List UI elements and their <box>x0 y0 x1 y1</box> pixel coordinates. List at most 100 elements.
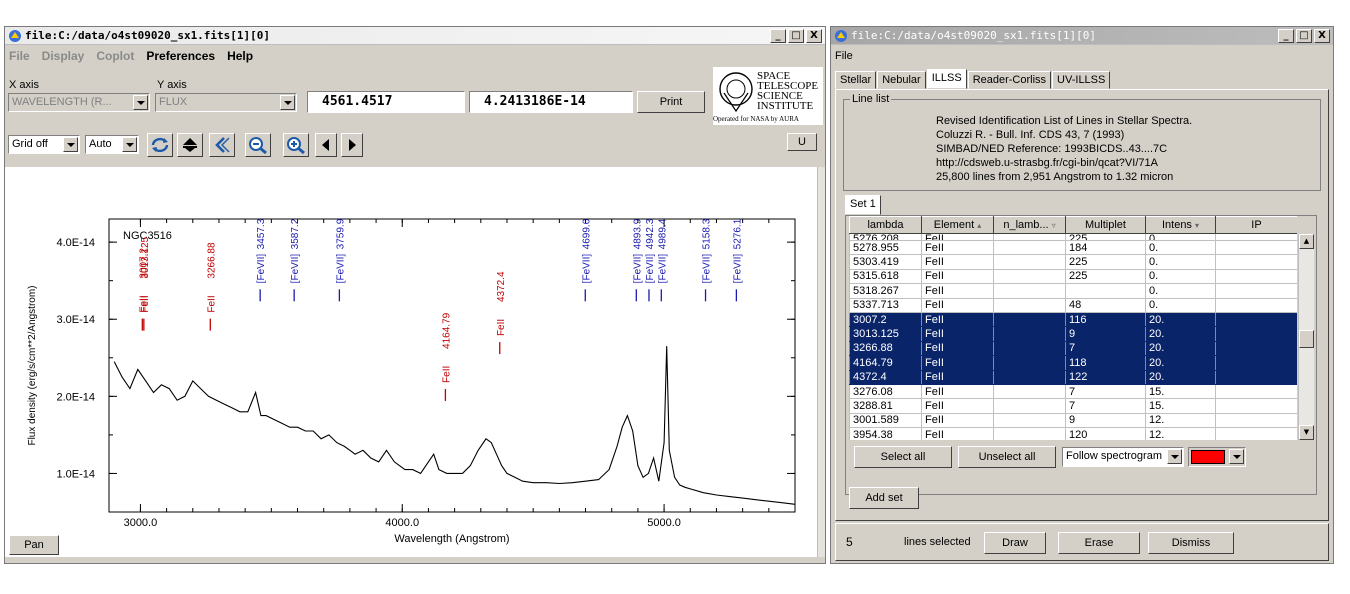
table-cell: 120 <box>1065 427 1146 440</box>
table-row[interactable]: 3266.88 FeII 7 20. <box>849 340 1297 357</box>
title-bar[interactable]: file:C:/data/o4st09020_sx1.fits[1][0] _ … <box>831 27 1333 45</box>
table-row[interactable]: 3007.2 FeII 116 20. <box>849 311 1297 328</box>
logo-footer: Operated for NASA by AURA <box>713 115 799 123</box>
table-cell: FeII <box>921 233 994 241</box>
column-header[interactable]: IP <box>1215 216 1297 234</box>
set-panel: lambda Element ▴ n_lamb... ▿ Multiplet I… <box>845 215 1317 495</box>
back-button[interactable] <box>209 133 235 157</box>
refresh-button[interactable] <box>147 133 173 157</box>
table-cell: 9 <box>1065 412 1146 429</box>
line-marker-label: [FeVII] 5276.1 <box>732 218 743 283</box>
table-cell: 5276.208 <box>849 233 922 241</box>
table-row[interactable]: 3288.81 FeII 7 15. <box>849 398 1297 414</box>
x-axis-value: WAVELENGTH (R... <box>12 96 112 108</box>
select-all-button[interactable]: Select all <box>854 446 952 468</box>
menu-display[interactable]: Display <box>42 49 85 63</box>
column-label: n_lamb... <box>1003 219 1049 231</box>
table-row[interactable]: 5315.618 FeII 225 0. <box>849 268 1297 285</box>
scale-select[interactable]: Auto <box>85 135 139 154</box>
menu-preferences[interactable]: Preferences <box>146 49 215 63</box>
follow-select[interactable]: Follow spectrogram <box>1062 447 1184 467</box>
menu-coplot[interactable]: Coplot <box>96 49 134 63</box>
unselect-all-button[interactable]: Unselect all <box>958 446 1056 468</box>
column-header[interactable]: Element ▴ <box>921 216 994 234</box>
erase-button[interactable]: Erase <box>1058 532 1140 554</box>
title-bar[interactable]: file:C:/data/o4st09020_sx1.fits[1][0] _ … <box>5 27 825 45</box>
column-header[interactable]: Multiplet <box>1065 216 1146 234</box>
print-button[interactable]: Print <box>637 91 705 113</box>
line-list-label: Line list <box>850 93 892 105</box>
table-cell <box>993 427 1066 440</box>
line-marker-element: [FeVII] <box>732 254 743 284</box>
u-button[interactable]: U <box>787 133 817 151</box>
column-header[interactable]: Intens ▾ <box>1145 216 1216 234</box>
x-axis-select[interactable]: WAVELENGTH (R... <box>8 93 150 112</box>
table-row[interactable]: 5276.208 FeII 225 0. <box>849 233 1297 241</box>
scroll-up-icon[interactable]: ▲ <box>1299 234 1314 249</box>
tab-stellar[interactable]: Stellar <box>835 71 877 89</box>
table-cell: 3276.08 <box>849 383 922 400</box>
table-row[interactable]: 4372.4 FeII 122 20. <box>849 369 1297 385</box>
column-header[interactable]: lambda <box>849 216 922 234</box>
tab-nebular[interactable]: Nebular <box>877 71 926 89</box>
scroll-thumb[interactable] <box>1299 330 1314 348</box>
maximize-button[interactable]: □ <box>788 29 804 43</box>
table-scrollbar[interactable]: ▲ ▼ <box>1298 234 1314 440</box>
chevron-down-icon <box>280 95 295 110</box>
chevron-down-icon <box>122 137 137 152</box>
step-right-button[interactable] <box>341 133 363 157</box>
dismiss-button[interactable]: Dismiss <box>1148 532 1234 554</box>
line-marker-element: [FeVII] <box>632 254 643 284</box>
close-button[interactable]: X <box>806 29 822 43</box>
up-down-button[interactable] <box>177 133 203 157</box>
step-left-button[interactable] <box>315 133 337 157</box>
menu-help[interactable]: Help <box>227 49 253 63</box>
column-label: Multiplet <box>1085 219 1126 231</box>
menu-file[interactable]: File <box>9 49 30 63</box>
table-row[interactable]: 4164.79 FeII 118 20. <box>849 355 1297 371</box>
pan-button[interactable]: Pan <box>9 535 59 555</box>
tab-illss[interactable]: ILLSS <box>926 69 967 89</box>
color-select[interactable] <box>1188 447 1246 467</box>
table-row[interactable]: 3013.125 FeII 9 20. <box>849 326 1297 342</box>
table-cell: 3007.2 <box>849 311 922 328</box>
close-button[interactable]: X <box>1314 29 1330 43</box>
table-cell <box>993 268 1066 285</box>
line-marker-element: [FeVII] <box>335 254 346 284</box>
grid-select[interactable]: Grid off <box>8 135 80 154</box>
table-row[interactable]: 5278.955 FeII 184 0. <box>849 239 1297 256</box>
minimize-button[interactable]: _ <box>1278 29 1294 43</box>
zoom-out-button[interactable] <box>245 133 271 157</box>
table-cell <box>1215 412 1297 429</box>
menu-file[interactable]: File <box>835 50 853 62</box>
spectrum-plot[interactable]: NGC3516 Wavelength (Angstrom) Flux densi… <box>5 167 817 557</box>
line-marker-element: FeII <box>496 319 507 336</box>
tab-reader-corliss[interactable]: Reader-Corliss <box>967 71 1052 89</box>
table-cell: 5315.618 <box>849 268 922 285</box>
table-cell: 7 <box>1065 398 1146 414</box>
zoom-in-button[interactable] <box>283 133 309 157</box>
table-cell <box>993 355 1066 371</box>
table-cell: FeII <box>921 311 994 328</box>
line-marker-wavelength: 3587.2 <box>290 218 301 249</box>
table-cell <box>1215 355 1297 371</box>
plot-scrollbar[interactable] <box>817 167 825 557</box>
table-row[interactable]: 3276.08 FeII 7 15. <box>849 383 1297 400</box>
maximize-button[interactable]: □ <box>1296 29 1312 43</box>
table-row[interactable]: 5303.419 FeII 225 0. <box>849 254 1297 270</box>
table-cell <box>1215 239 1297 256</box>
draw-button[interactable]: Draw <box>984 532 1046 554</box>
minimize-button[interactable]: _ <box>770 29 786 43</box>
table-cell <box>1215 297 1297 313</box>
table-row[interactable]: 5337.713 FeII 48 0. <box>849 297 1297 313</box>
scroll-down-icon[interactable]: ▼ <box>1299 425 1314 440</box>
add-set-button[interactable]: Add set <box>849 487 919 509</box>
y-axis-select[interactable]: FLUX <box>155 93 297 112</box>
table-cell: 20. <box>1145 355 1216 371</box>
tab-uv-illss[interactable]: UV-ILLSS <box>1052 71 1111 89</box>
table-row[interactable]: 3001.589 FeII 9 12. <box>849 412 1297 429</box>
tab-set-1[interactable]: Set 1 <box>845 195 881 215</box>
table-row[interactable]: 5318.267 FeII 0. <box>849 283 1297 299</box>
column-header[interactable]: n_lamb... ▿ <box>993 216 1066 234</box>
table-row[interactable]: 3954.38 FeII 120 12. <box>849 427 1297 440</box>
